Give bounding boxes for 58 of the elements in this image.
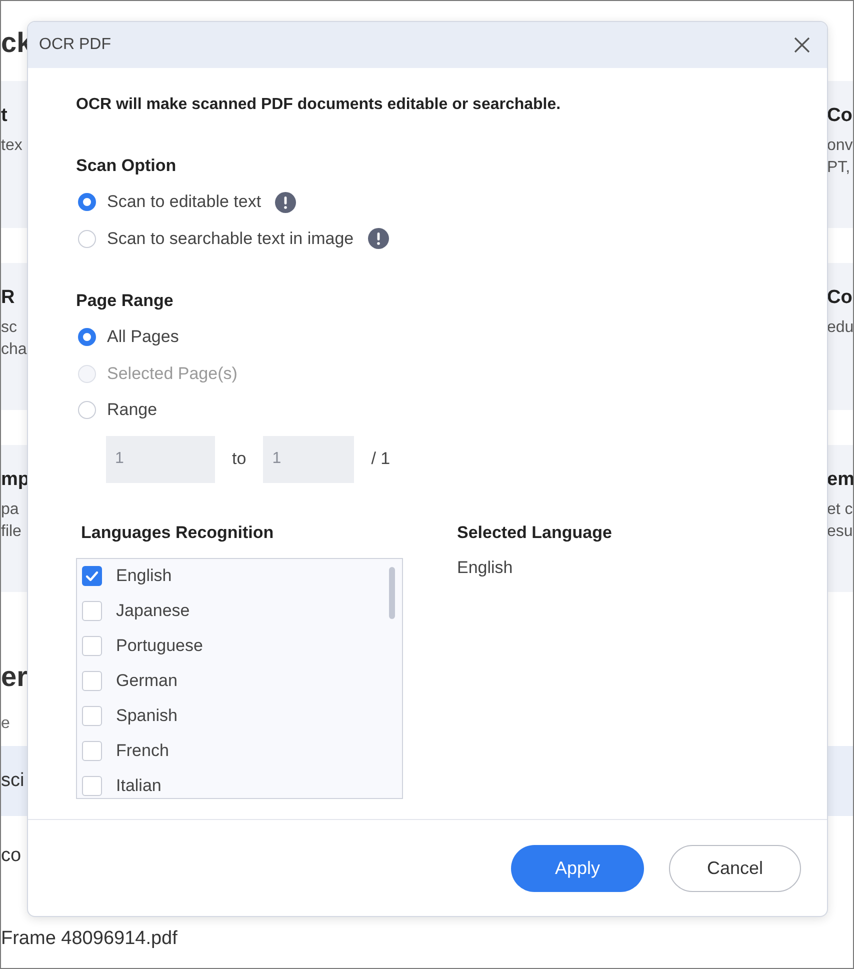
language-label[interactable]: Italian [116, 776, 162, 796]
column-header: e [1, 715, 10, 733]
checkbox[interactable] [82, 636, 102, 656]
description-text: OCR will make scanned PDF documents editable or searchable. [76, 95, 562, 115]
card-title: Co [827, 287, 853, 309]
close-icon[interactable] [794, 37, 810, 53]
selected-language: English [457, 558, 514, 578]
language-label[interactable]: German [116, 671, 178, 691]
section-heading: er [1, 661, 28, 693]
file-name: Frame 48096914.pdf [1, 928, 178, 950]
radio-button[interactable] [78, 193, 96, 212]
option-label[interactable]: Scan to searchable text in image [107, 228, 354, 249]
card-title: em [827, 469, 853, 491]
file-name: sci [1, 770, 24, 792]
card-description: sc [1, 318, 18, 338]
language-label[interactable]: Portuguese [116, 636, 203, 656]
language-label[interactable]: English [116, 566, 172, 586]
card-title: Co [827, 105, 853, 127]
card-description: file [1, 522, 22, 542]
checkbox[interactable] [82, 776, 102, 796]
card-title: t [1, 105, 8, 127]
radio-button[interactable] [78, 401, 96, 420]
dialog-title: OCR PDF [39, 36, 111, 54]
language-label[interactable]: Spanish [116, 706, 178, 726]
card-title: R [1, 287, 16, 309]
cancel-button[interactable]: Cancel [669, 844, 801, 892]
language-label[interactable]: Japanese [116, 601, 190, 621]
option-label[interactable]: Scan to editable text [107, 192, 262, 212]
apply-button[interactable]: Apply [511, 844, 644, 892]
radio-button[interactable] [78, 328, 96, 346]
checkbox[interactable] [82, 706, 102, 726]
section-label: Scan Option [76, 155, 178, 177]
checkbox[interactable] [82, 601, 102, 621]
section-label: Languages Recognition [81, 522, 275, 544]
card-description: pa [1, 500, 20, 520]
check-icon [85, 570, 99, 582]
card-description: et c [827, 500, 853, 520]
card-description: tex [1, 136, 22, 156]
card-description: onv [827, 136, 853, 156]
checkbox[interactable] [82, 566, 102, 586]
section-label: Selected Language [457, 522, 612, 544]
section-label: Page Range [76, 290, 174, 312]
card-description: edu [827, 318, 853, 338]
checkbox[interactable] [82, 671, 102, 691]
checkbox[interactable] [82, 741, 102, 761]
info-icon[interactable] [275, 192, 296, 213]
radio-button[interactable] [78, 230, 96, 248]
file-name: co [1, 845, 22, 867]
option-label[interactable]: All Pages [107, 327, 179, 348]
info-icon[interactable] [368, 228, 389, 250]
language-label[interactable]: French [116, 741, 169, 761]
range-separator: to [232, 449, 246, 469]
scroll-bar[interactable] [389, 566, 395, 618]
option-label[interactable]: Range [107, 400, 158, 420]
card-description: PT, [827, 158, 852, 178]
page-total: / 1 [371, 449, 390, 469]
card-description: esu [827, 522, 853, 542]
card-description: cha [1, 340, 27, 360]
